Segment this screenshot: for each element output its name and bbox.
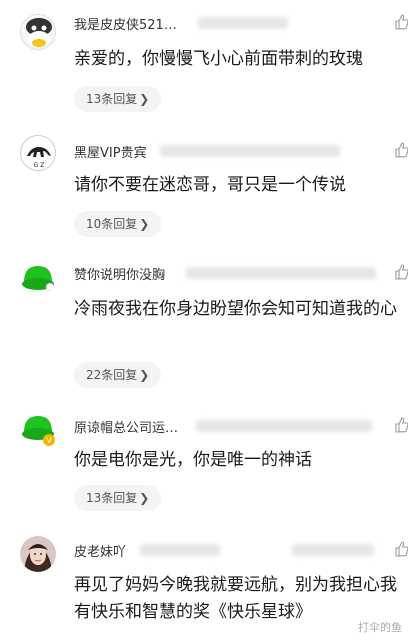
comment-text: 亲爱的，你慢慢飞小心前面带刺的玫瑰: [74, 49, 363, 69]
thumb-up-icon[interactable]: [394, 541, 408, 557]
redacted-info: [140, 544, 220, 556]
comment-text: 冷雨夜我在你身边盼望你会知可知道我的心: [74, 299, 397, 319]
redacted-info: [198, 17, 288, 29]
username[interactable]: 皮老妹吖: [74, 541, 126, 560]
thumb-up-icon[interactable]: [394, 14, 408, 30]
panda-face-icon: [22, 16, 55, 49]
chevron-right-icon: ❯: [139, 217, 150, 231]
green-hat-icon: [20, 260, 56, 296]
chevron-right-icon: ❯: [139, 92, 150, 106]
reply-count-label: 10条回复: [86, 217, 138, 231]
avatar[interactable]: V: [20, 410, 56, 446]
username[interactable]: 赞你说明你没胸: [74, 264, 165, 283]
reply-count-label: 13条回复: [86, 491, 138, 505]
replies-button[interactable]: 10条回复 ❯: [74, 211, 162, 237]
thumb-up-icon[interactable]: [394, 264, 408, 280]
reply-count-label: 22条回复: [86, 368, 138, 382]
avatar[interactable]: [20, 260, 56, 296]
black-bull-logo-icon: G Z: [22, 137, 55, 170]
comment-text: 再见了妈妈今晚我就要远航，别为我担心我有快乐和智慧的奖《快乐星球》: [74, 575, 397, 622]
green-hat-verified-icon: V: [20, 410, 56, 446]
replies-button[interactable]: 22条回复 ❯: [74, 362, 162, 388]
svg-text:G Z: G Z: [34, 162, 45, 169]
username[interactable]: 原谅帽总公司运…: [74, 417, 178, 436]
comment-text: 你是电你是光，你是唯一的神话: [74, 450, 312, 470]
avatar[interactable]: [20, 14, 56, 50]
replies-button[interactable]: 13条回复 ❯: [74, 485, 162, 511]
chevron-right-icon: ❯: [139, 368, 150, 382]
username[interactable]: 黑屋VIP贵宾: [74, 142, 147, 161]
thumb-up-icon[interactable]: [394, 142, 408, 158]
replies-button[interactable]: 13条回复 ❯: [74, 86, 162, 112]
avatar[interactable]: G Z: [20, 135, 56, 171]
girl-photo-icon: [20, 536, 56, 572]
reply-count-label: 13条回复: [86, 92, 138, 106]
redacted-info: [186, 267, 376, 279]
comment-text: 请你不要在迷恋哥，哥只是一个传说: [74, 175, 346, 195]
redacted-info: [160, 145, 340, 157]
redacted-info: [292, 544, 374, 556]
redacted-info: [196, 420, 372, 432]
watermark: 打伞的鱼: [358, 621, 402, 634]
thumb-up-icon[interactable]: [394, 417, 408, 433]
username[interactable]: 我是皮皮侠521…: [74, 14, 177, 33]
svg-text:V: V: [46, 436, 52, 445]
avatar[interactable]: [20, 536, 56, 572]
chevron-right-icon: ❯: [139, 491, 150, 505]
